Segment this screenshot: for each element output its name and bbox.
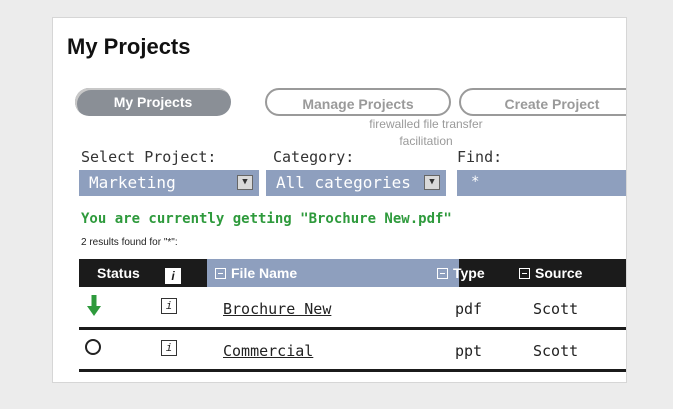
project-select-value: Marketing [89, 173, 176, 192]
table-row[interactable]: i Commercial ppt Scott [79, 330, 626, 372]
file-type: ppt [455, 342, 483, 360]
category-label: Category: [273, 148, 355, 166]
column-info[interactable]: i [165, 259, 181, 287]
download-arrow-icon [87, 295, 101, 316]
file-name-header-label: File Name [231, 265, 298, 281]
tooltip: firewalled file transfer facilitation [369, 117, 483, 148]
tab-manage-projects[interactable]: Manage Projects [265, 88, 451, 116]
collapse-icon[interactable] [215, 268, 226, 279]
status-message: You are currently getting "Brochure New.… [81, 211, 452, 227]
empty-circle-icon[interactable] [85, 339, 101, 355]
column-type[interactable]: Type [437, 259, 485, 287]
category-select[interactable]: All categories ▼ [266, 170, 446, 196]
file-type: pdf [455, 300, 483, 318]
table-header: Status i File Name Type Source [79, 259, 626, 287]
column-status[interactable]: Status [97, 259, 140, 287]
column-source[interactable]: Source [519, 259, 582, 287]
chevron-down-icon[interactable]: ▼ [237, 175, 253, 190]
page-title: My Projects [67, 34, 191, 59]
project-select[interactable]: Marketing ▼ [79, 170, 259, 196]
row-divider [79, 369, 626, 372]
find-input[interactable]: * [457, 170, 626, 196]
info-icon[interactable]: i [161, 298, 177, 314]
table-row[interactable]: i Brochure New pdf Scott [79, 288, 626, 330]
collapse-icon[interactable] [437, 268, 448, 279]
column-file-name[interactable]: File Name [215, 259, 297, 287]
chevron-down-icon[interactable]: ▼ [424, 175, 440, 190]
type-header-label: Type [453, 265, 485, 281]
source-header-label: Source [535, 265, 583, 281]
find-label: Find: [457, 148, 503, 166]
results-count: 2 results found for "*": [81, 237, 178, 248]
info-icon[interactable]: i [161, 340, 177, 356]
file-name-link[interactable]: Commercial [223, 342, 313, 360]
select-project-label: Select Project: [81, 148, 217, 166]
projects-panel: My Projects My Projects Manage Projects … [52, 17, 627, 383]
collapse-icon[interactable] [519, 268, 530, 279]
file-source: Scott [533, 300, 579, 318]
file-source: Scott [533, 342, 579, 360]
category-select-value: All categories [276, 173, 411, 192]
info-icon: i [165, 268, 181, 284]
tab-create-project[interactable]: Create Project [459, 88, 626, 116]
file-name-link[interactable]: Brochure New [223, 300, 331, 318]
tab-my-projects[interactable]: My Projects [75, 88, 231, 116]
